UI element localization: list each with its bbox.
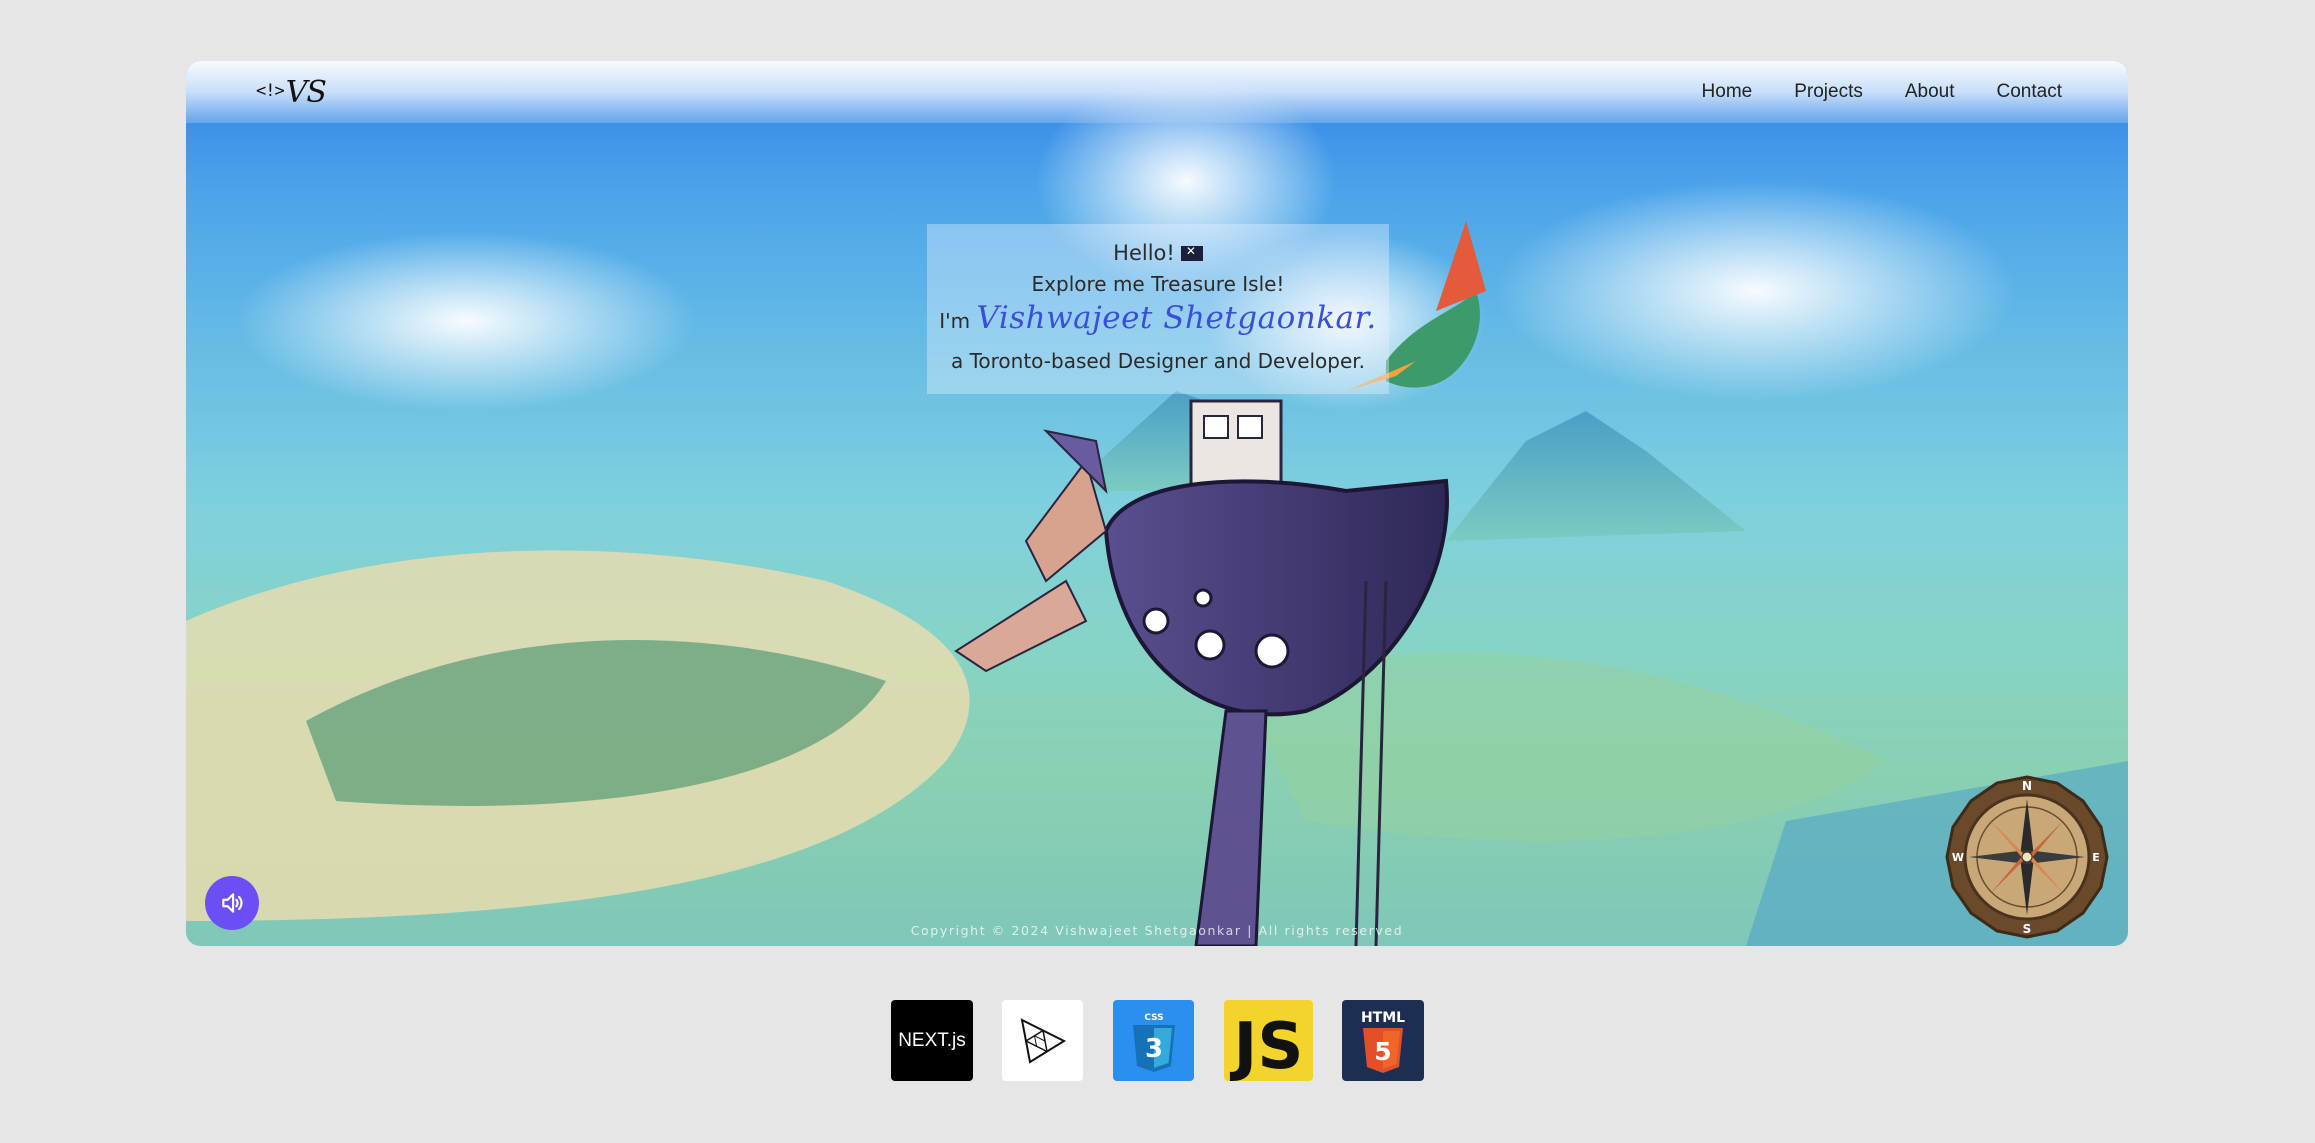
- nav-projects[interactable]: Projects: [1794, 81, 1863, 103]
- nav-contact[interactable]: Contact: [1997, 81, 2062, 103]
- cloud: [236, 231, 696, 411]
- compass-w: W: [1952, 851, 1964, 864]
- copyright-text: Copyright © 2024 Vishwajeet Shetgaonkar …: [910, 923, 1404, 938]
- intro-name: Vishwajeet Shetgaonkar.: [976, 300, 1377, 336]
- island-scene: [186, 71, 2128, 946]
- html5-label: HTML: [1361, 1010, 1405, 1026]
- svg-text:3: 3: [1144, 1034, 1162, 1064]
- css3-logo: CSS 3: [1113, 1000, 1194, 1081]
- logo-text: VS: [285, 74, 327, 110]
- threejs-logo: [1002, 1000, 1083, 1081]
- nextjs-logo: NEXT.js: [891, 1000, 973, 1081]
- compass-e: E: [2092, 851, 2100, 864]
- mountain: [1446, 411, 1746, 541]
- threejs-icon: [1020, 1017, 1066, 1064]
- html5-logo: HTML 5: [1342, 1000, 1424, 1081]
- intro-name-line: I'm Vishwajeet Shetgaonkar.: [927, 300, 1389, 336]
- intro-card: Hello! Explore me Treasure Isle! I'm Vis…: [927, 224, 1389, 394]
- nav-links: Home Projects About Contact: [1702, 81, 2062, 103]
- sound-toggle-button[interactable]: [205, 876, 259, 930]
- css3-icon: CSS 3: [1132, 1013, 1175, 1072]
- html5-icon: HTML 5: [1361, 1010, 1405, 1073]
- intro-greeting-line: Hello!: [927, 241, 1389, 265]
- compass-icon[interactable]: N S E W: [1944, 774, 2110, 940]
- intro-im: I'm: [939, 309, 971, 333]
- svg-text:5: 5: [1374, 1037, 1391, 1066]
- css3-label: CSS: [1144, 1013, 1163, 1023]
- site-logo[interactable]: <!>VS: [256, 74, 327, 110]
- speaker-icon: [222, 893, 243, 913]
- pirate-flag-icon: [1180, 244, 1203, 261]
- hero-frame: <!>VS Home Projects About Contact Hello!…: [186, 61, 2128, 946]
- logo-bracket: <!>: [256, 80, 285, 101]
- navbar: <!>VS Home Projects About Contact: [186, 61, 2128, 123]
- intro-tagline: a Toronto-based Designer and Developer.: [950, 349, 1366, 373]
- nav-home[interactable]: Home: [1702, 81, 1753, 103]
- cloud: [1496, 181, 2016, 401]
- javascript-logo: JS: [1224, 1000, 1313, 1081]
- javascript-label: JS: [1233, 1009, 1304, 1084]
- intro-greeting: Hello!: [1113, 241, 1175, 265]
- compass-n: N: [2022, 779, 2032, 793]
- nextjs-label: NEXT.js: [898, 1029, 966, 1051]
- intro-subtitle: Explore me Treasure Isle!: [1031, 272, 1285, 296]
- nav-about[interactable]: About: [1905, 81, 1955, 103]
